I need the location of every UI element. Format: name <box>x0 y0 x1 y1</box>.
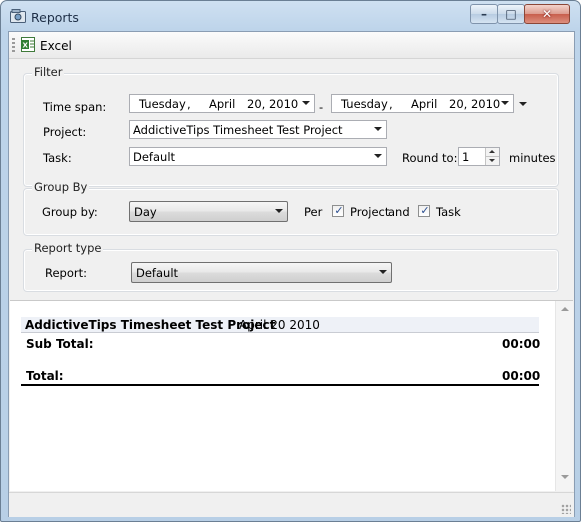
stepper-down-icon <box>489 159 495 162</box>
chevron-down-icon[interactable] <box>302 101 310 105</box>
start-date-weekday[interactable]: Tuesday <box>139 97 186 111</box>
end-date-comma: , <box>389 97 393 111</box>
filter-group-title: Filter <box>32 65 65 79</box>
report-value: Default <box>136 266 179 280</box>
report-label: Report: <box>45 266 87 280</box>
chevron-down-icon[interactable] <box>379 270 387 274</box>
svg-text:X: X <box>23 42 29 50</box>
total-label: Total: <box>26 369 64 383</box>
total-value: 00:00 <box>502 369 541 383</box>
report-output[interactable]: AddictiveTips Timesheet Test Project Apr… <box>10 300 573 491</box>
end-date-day-year[interactable]: 20, 2010 <box>449 97 500 111</box>
project-checkbox[interactable]: ✓ <box>332 204 344 217</box>
toolbar-grip-icon[interactable] <box>12 38 15 52</box>
report-combo[interactable]: Default <box>131 262 392 283</box>
minimize-icon: – <box>481 7 487 21</box>
and-label: and <box>388 205 410 219</box>
round-to-stepper[interactable]: 1 <box>458 147 500 166</box>
chevron-down-icon[interactable] <box>501 101 509 105</box>
chevron-down-icon[interactable] <box>374 127 382 131</box>
chevron-down-icon[interactable] <box>275 209 283 213</box>
scroll-up-icon[interactable] <box>561 307 569 311</box>
per-label: Per <box>304 205 323 219</box>
client-area: X Excel Filter Time span: Tuesday , Apri… <box>8 31 575 517</box>
window-title: Reports <box>31 10 79 25</box>
group-by-group: Group By Group by: Day Per ✓ Project and… <box>23 180 559 236</box>
project-label: Project: <box>43 125 87 139</box>
total-underline <box>21 384 539 386</box>
status-bar <box>9 492 574 517</box>
close-icon: ✕ <box>541 7 553 21</box>
vertical-scrollbar[interactable] <box>555 301 573 491</box>
group-by-title: Group By <box>32 180 90 194</box>
report-project-name: AddictiveTips Timesheet Test Project <box>25 318 276 332</box>
stepper-up-icon <box>489 150 495 153</box>
stepper-down-button[interactable] <box>485 157 499 165</box>
checkmark-icon: ✓ <box>420 204 430 217</box>
close-button[interactable]: ✕ <box>524 4 570 24</box>
reports-window: Reports – □ ✕ X Excel Filter Time span: … <box>0 0 581 522</box>
reports-app-icon <box>10 9 26 23</box>
report-header-row: AddictiveTips Timesheet Test Project Apr… <box>21 317 539 333</box>
excel-icon: X <box>21 37 35 52</box>
report-type-group: Report type Report: Default <box>23 241 559 292</box>
minimize-button[interactable]: – <box>470 4 498 24</box>
title-bar[interactable]: Reports – □ ✕ <box>1 1 580 31</box>
start-date-month[interactable]: April <box>209 97 235 111</box>
end-date-weekday[interactable]: Tuesday <box>341 97 388 111</box>
timespan-menu-arrow-icon[interactable] <box>519 102 527 106</box>
task-checkbox[interactable]: ✓ <box>418 204 430 217</box>
maximize-icon: □ <box>505 7 517 21</box>
timespan-label: Time span: <box>43 100 107 114</box>
group-by-combo[interactable]: Day <box>129 201 288 222</box>
project-combo[interactable]: AddictiveTips Timesheet Test Project <box>129 120 387 139</box>
excel-label: Excel <box>40 39 72 53</box>
range-separator: - <box>319 100 324 114</box>
resize-grip-icon[interactable] <box>561 504 571 514</box>
stepper-up-button[interactable] <box>485 148 499 157</box>
report-type-title: Report type <box>32 241 104 255</box>
start-date-day-year[interactable]: 20, 2010 <box>247 97 298 111</box>
task-label: Task: <box>43 151 72 165</box>
filter-group: Filter Time span: Tuesday , April 20, 20… <box>23 65 559 187</box>
excel-button[interactable]: X Excel <box>18 34 78 56</box>
toolbar: X Excel <box>9 32 574 59</box>
scroll-down-icon[interactable] <box>561 475 569 479</box>
end-date-picker[interactable]: Tuesday , April 20, 2010 <box>331 94 514 113</box>
group-by-value: Day <box>134 205 157 219</box>
start-date-comma: , <box>187 97 191 111</box>
report-date: April 20 2010 <box>239 318 320 332</box>
checkmark-icon: ✓ <box>334 204 344 217</box>
subtotal-label: Sub Total: <box>26 337 94 351</box>
maximize-button[interactable]: □ <box>497 4 525 24</box>
project-combo-value: AddictiveTips Timesheet Test Project <box>133 123 343 137</box>
project-checkbox-label[interactable]: Project <box>350 205 389 219</box>
end-date-month[interactable]: April <box>411 97 437 111</box>
subtotal-value: 00:00 <box>502 337 541 351</box>
task-combo[interactable]: Default <box>129 147 387 166</box>
minutes-label: minutes <box>509 151 556 165</box>
group-by-label: Group by: <box>42 205 98 219</box>
start-date-picker[interactable]: Tuesday , April 20, 2010 <box>129 94 315 113</box>
task-combo-value: Default <box>133 150 176 164</box>
round-to-label: Round to: <box>402 151 458 165</box>
round-to-value[interactable]: 1 <box>462 150 469 164</box>
chevron-down-icon[interactable] <box>374 154 382 158</box>
task-checkbox-label[interactable]: Task <box>436 205 461 219</box>
